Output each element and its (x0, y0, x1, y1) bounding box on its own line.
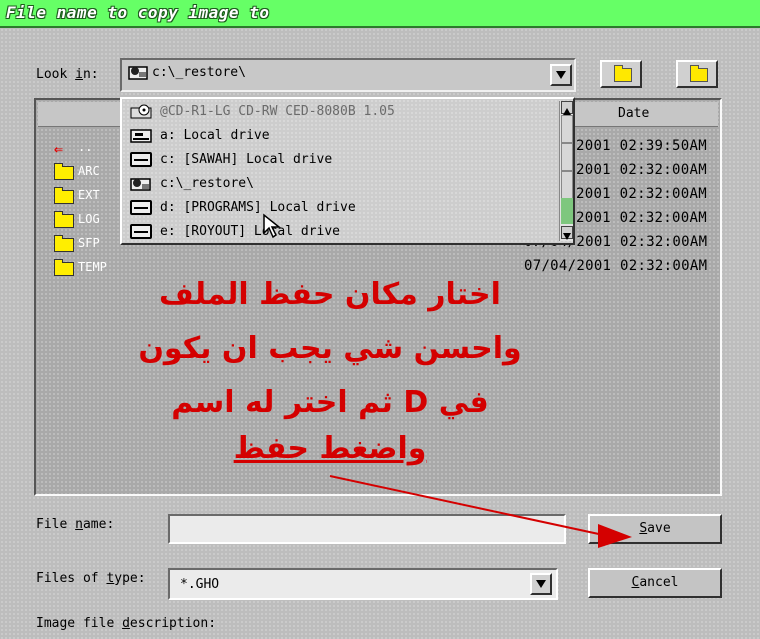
floppy-drive-icon (130, 129, 152, 143)
files-of-type-label: Files of type: (36, 571, 146, 586)
annotation-line-4: واضغط حفظ (233, 431, 427, 466)
annotation-line-3: في D ثم اختر له اسم (171, 385, 489, 420)
hard-drive-icon (130, 152, 152, 167)
up-one-level-button[interactable] (600, 60, 642, 88)
folder-icon (54, 187, 74, 204)
annotation-line-1: اختار مكان حفظ الملف (159, 277, 501, 312)
restore-folder-icon (128, 66, 148, 80)
folder-icon (54, 211, 74, 228)
scroll-thumb[interactable] (561, 198, 573, 224)
dropdown-item-c-drive[interactable]: c: [SAWAH] Local drive (126, 149, 546, 171)
look-in-label: Look in: (36, 67, 99, 82)
save-button[interactable]: Save (588, 514, 722, 544)
dropdown-item-d-drive[interactable]: d: [PROGRAMS] Local drive (126, 197, 546, 219)
new-folder-icon (690, 65, 708, 82)
hard-drive-icon (130, 224, 152, 239)
cd-drive-icon (130, 104, 152, 119)
scroll-track-segment (561, 143, 573, 171)
files-of-type-dropdown-button[interactable] (530, 573, 552, 595)
date-column-header[interactable]: Date (618, 106, 649, 121)
up-folder-icon (614, 65, 632, 82)
folder-icon (54, 163, 74, 180)
scroll-track-segment (561, 171, 573, 199)
look-in-value: c:\_restore\ (152, 65, 246, 80)
dropdown-item-e-drive[interactable]: e: [ROYOUT] Local drive (126, 221, 546, 243)
files-of-type-combo[interactable]: *.GHO (168, 568, 558, 600)
restore-folder-icon (130, 178, 151, 191)
parent-dir-icon: ⇐ (54, 140, 64, 158)
dropdown-item-restore[interactable]: c:\_restore\ (126, 173, 546, 195)
dropdown-scrollbar[interactable] (559, 101, 573, 241)
scroll-up-arrow-icon[interactable] (561, 101, 573, 115)
dropdown-item-a-drive[interactable]: a: Local drive (126, 125, 546, 147)
hard-drive-icon (130, 200, 152, 215)
look-in-dropdown-list[interactable]: @CD-R1-LG CD-RW CED-8080B 1.05 a: Local … (120, 97, 575, 245)
new-folder-button[interactable] (676, 60, 718, 88)
folder-icon (54, 235, 74, 252)
file-save-dialog: File name to copy image to Look in: c:\_… (0, 0, 760, 639)
image-description-label: Image file description: (36, 616, 217, 631)
look-in-dropdown-button[interactable] (550, 64, 572, 86)
dialog-title: File name to copy image to (6, 3, 270, 22)
folder-icon (54, 259, 74, 276)
mouse-cursor-icon (263, 213, 282, 239)
cancel-button[interactable]: Cancel (588, 568, 722, 598)
scroll-down-arrow-icon[interactable] (561, 226, 573, 240)
file-name-label: File name: (36, 517, 115, 532)
file-name-input[interactable] (168, 514, 566, 544)
look-in-combo[interactable]: c:\_restore\ (120, 58, 576, 92)
list-item[interactable]: TEMP 07/04/2001 02:32:00AM (50, 258, 710, 278)
scroll-track-segment (561, 115, 573, 143)
dropdown-item-cd-drive[interactable]: @CD-R1-LG CD-RW CED-8080B 1.05 (126, 101, 546, 123)
annotation-line-2: واحسن شي يجب ان يكون (138, 331, 522, 366)
title-bar: File name to copy image to (0, 0, 760, 28)
